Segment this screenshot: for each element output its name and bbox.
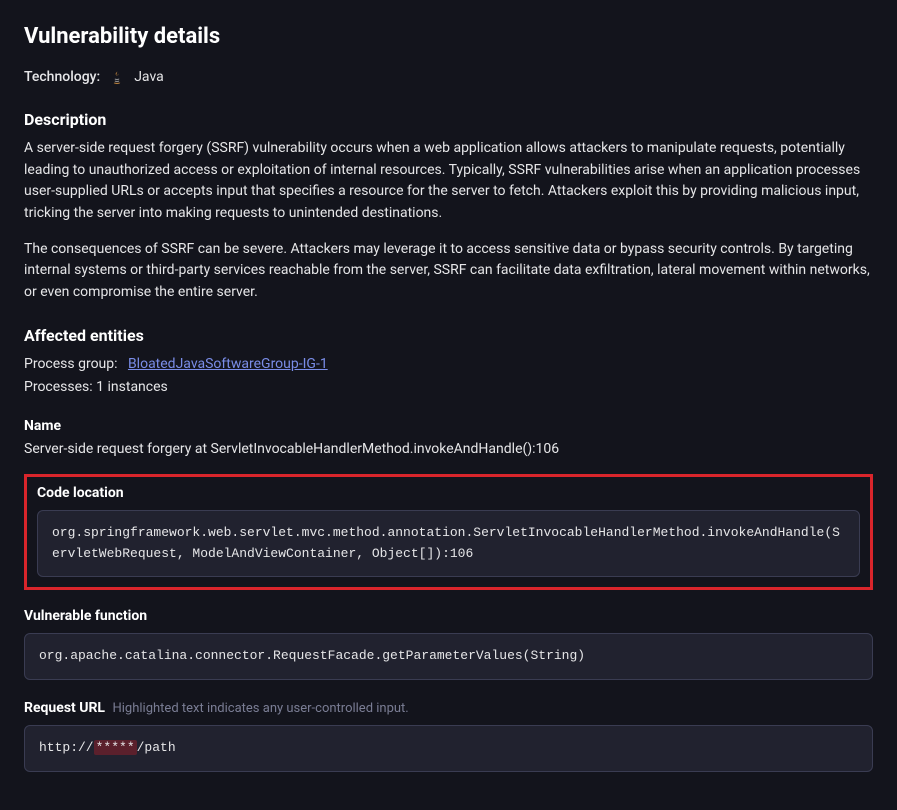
vulnerable-function-value: org.apache.catalina.connector.RequestFac… <box>24 633 873 680</box>
process-group-row: Process group: BloatedJavaSoftwareGroup-… <box>24 354 873 375</box>
process-group-link[interactable]: BloatedJavaSoftwareGroup-IG-1 <box>128 356 328 372</box>
name-value: Server-side request forgery at ServletIn… <box>24 439 873 460</box>
process-group-label: Process group: <box>24 356 118 372</box>
technology-row: Technology: Java <box>24 67 873 88</box>
request-url-value: http://*****/path <box>24 725 873 772</box>
name-heading: Name <box>24 416 873 437</box>
request-url-label: Request URL Highlighted text indicates a… <box>24 698 873 719</box>
affected-entities-section: Affected entities Process group: Bloated… <box>24 324 873 398</box>
description-section: Description A server-side request forger… <box>24 108 873 304</box>
request-url-section: Request URL Highlighted text indicates a… <box>24 698 873 772</box>
request-url-label-text: Request URL <box>24 700 105 716</box>
name-section: Name Server-side request forgery at Serv… <box>24 416 873 460</box>
request-url-masked: ***** <box>94 740 137 755</box>
vulnerable-function-label: Vulnerable function <box>24 606 873 627</box>
code-location-value: org.springframework.web.servlet.mvc.meth… <box>37 510 860 578</box>
java-icon <box>108 69 126 87</box>
technology-label: Technology: <box>24 67 100 88</box>
code-location-highlight: Code location org.springframework.web.se… <box>24 474 873 591</box>
page-title: Vulnerability details <box>24 20 873 53</box>
request-url-hint: Highlighted text indicates any user-cont… <box>113 701 409 716</box>
request-url-suffix: /path <box>137 740 176 755</box>
technology-value: Java <box>134 67 164 88</box>
description-paragraph-1: A server-side request forgery (SSRF) vul… <box>24 138 873 225</box>
affected-entities-heading: Affected entities <box>24 324 873 348</box>
request-url-prefix: http:// <box>39 740 94 755</box>
code-location-label: Code location <box>37 483 860 504</box>
vulnerable-function-section: Vulnerable function org.apache.catalina.… <box>24 606 873 680</box>
processes-row: Processes: 1 instances <box>24 377 873 398</box>
description-heading: Description <box>24 108 873 132</box>
processes-value: 1 instances <box>96 379 168 395</box>
description-paragraph-2: The consequences of SSRF can be severe. … <box>24 239 873 304</box>
processes-label: Processes: <box>24 379 93 395</box>
